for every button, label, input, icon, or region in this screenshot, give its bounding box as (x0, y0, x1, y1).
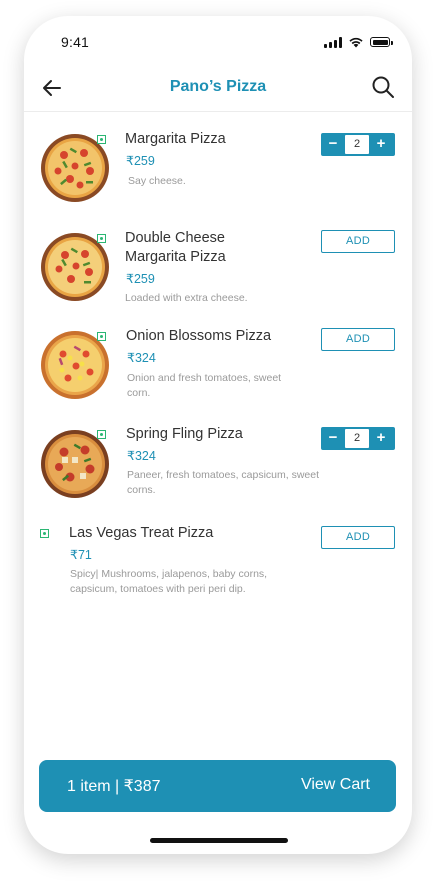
quantity-value: 2 (345, 429, 369, 448)
increase-button[interactable]: + (369, 133, 393, 156)
battery-icon (370, 37, 393, 47)
item-description: Paneer, fresh tomatoes, capsicum, sweet … (127, 469, 320, 496)
item-description: Spicy| Mushrooms, jalapenos, baby corns,… (70, 568, 268, 595)
view-cart-button[interactable]: View Cart (301, 776, 370, 794)
item-price: ₹71 (70, 548, 92, 562)
header-divider (24, 111, 412, 112)
wifi-icon (349, 37, 363, 48)
quantity-value: 2 (345, 135, 369, 154)
veg-icon (97, 135, 106, 144)
item-description: Say cheese. (128, 175, 186, 187)
decrease-button[interactable]: − (321, 427, 345, 450)
item-name: Las Vegas Treat Pizza (69, 525, 214, 541)
decrease-button[interactable]: − (321, 133, 345, 156)
item-name: Onion Blossoms Pizza (126, 328, 272, 344)
phone-frame: 9:41 Pano’s Pizza Margarita Pizza ₹259 S… (24, 16, 412, 854)
item-description: Loaded with extra cheese. (125, 292, 248, 304)
add-button[interactable]: ADD (321, 328, 395, 351)
veg-icon (97, 430, 106, 439)
quantity-stepper: − 2 + (321, 427, 395, 450)
search-icon[interactable] (370, 74, 396, 100)
item-name: Margarita Pizza (125, 131, 226, 147)
add-button[interactable]: ADD (321, 230, 395, 253)
veg-icon (97, 332, 106, 341)
add-button[interactable]: ADD (321, 526, 395, 549)
page-title: Pano’s Pizza (169, 78, 267, 95)
item-price: ₹259 (126, 272, 155, 286)
quantity-stepper: − 2 + (321, 133, 395, 156)
signal-icon (324, 36, 342, 48)
item-price: ₹324 (127, 351, 156, 365)
app-header: Pano’s Pizza (24, 68, 412, 110)
item-description: Onion and fresh tomatoes, sweet corn. (127, 372, 282, 399)
item-price: ₹324 (127, 449, 156, 463)
veg-icon (40, 529, 49, 538)
pizza-image (41, 430, 109, 498)
item-price: ₹259 (126, 154, 155, 168)
status-time: 9:41 (61, 34, 90, 50)
view-cart-bar[interactable]: 1 item | ₹387 View Cart (39, 760, 396, 812)
item-name: Double Cheese Margarita Pizza (125, 230, 226, 265)
cart-summary: 1 item | ₹387 (67, 778, 161, 795)
item-name: Spring Fling Pizza (126, 426, 243, 442)
increase-button[interactable]: + (369, 427, 393, 450)
home-indicator (150, 838, 288, 843)
status-icons (324, 36, 393, 48)
veg-icon (97, 234, 106, 243)
status-bar: 9:41 (24, 16, 412, 60)
